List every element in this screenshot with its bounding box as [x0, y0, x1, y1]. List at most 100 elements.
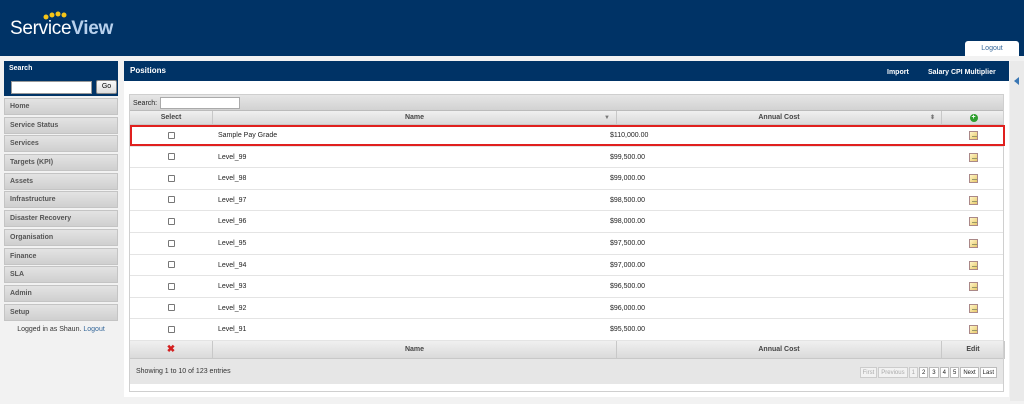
next-page-button[interactable]: Next [960, 366, 979, 378]
name-cell: Level_93 [218, 283, 247, 291]
positions-panel: Positions Import Salary CPI Multiplier S… [124, 61, 1009, 397]
row-checkbox[interactable] [168, 174, 175, 182]
grid-search-bar: Search: [130, 95, 1003, 111]
sidebar-item-setup[interactable]: Setup [4, 303, 118, 321]
footer-edit: Edit [942, 340, 1005, 359]
table-row: Sample Pay Grade $110,000.00 [130, 125, 1005, 147]
logout-link[interactable]: Logout [83, 326, 104, 333]
edit-icon[interactable] [969, 238, 978, 248]
sidebar-item-services[interactable]: Services [4, 135, 118, 153]
page-button-4[interactable]: 4 [939, 366, 949, 378]
page-button-1[interactable]: 1 [908, 366, 918, 378]
select-cell [130, 233, 213, 254]
edit-icon[interactable] [969, 131, 978, 140]
sidebar-item-assets[interactable]: Assets [4, 172, 118, 190]
row-checkbox[interactable] [168, 282, 175, 290]
row-checkbox[interactable] [168, 261, 175, 269]
name-cell: Level_94 [218, 261, 247, 269]
edit-icon[interactable] [969, 303, 978, 313]
row-checkbox[interactable] [168, 131, 175, 139]
edit-icon[interactable] [969, 325, 978, 335]
footer-delete-cell: ✖ [130, 340, 213, 359]
edit-icon[interactable] [969, 282, 978, 292]
collapse-left-icon[interactable] [1014, 77, 1019, 85]
table-row: Level_99 $99,500.00 [130, 146, 1003, 169]
panel-header: Positions Import Salary CPI Multiplier [124, 61, 1009, 81]
table-row: Level_98 $99,000.00 [130, 168, 1003, 190]
column-header-cost-label: Annual Cost [758, 114, 800, 121]
row-checkbox[interactable] [168, 153, 175, 161]
cost-cell: $97,500.00 [610, 239, 646, 247]
table-row: Level_91 $95,500.00 [130, 319, 1003, 341]
last-page-button[interactable]: Last [979, 366, 997, 378]
table-footer: ✖ Name Annual Cost Edit [130, 340, 1005, 359]
sidebar-item-targets[interactable]: Targets (KPI) [4, 154, 118, 172]
edit-cell [969, 217, 978, 227]
cost-cell: $98,000.00 [610, 218, 646, 226]
edit-icon[interactable] [969, 195, 978, 205]
cost-cell: $110,000.00 [610, 132, 649, 139]
logout-tab[interactable]: Logout [965, 41, 1019, 56]
sidebar-item-disaster-recovery[interactable]: Disaster Recovery [4, 210, 118, 228]
serviceview-logo[interactable]: ServiceView [10, 11, 113, 42]
table-row: Level_96 $98,000.00 [130, 211, 1003, 233]
cost-cell: $96,500.00 [610, 283, 646, 291]
logo-dots-icon [43, 11, 67, 20]
previous-page-button[interactable]: Previous [878, 366, 908, 378]
table-row: Level_93 $96,500.00 [130, 276, 1003, 298]
page-button-2[interactable]: 2 [918, 366, 929, 378]
name-cell: Level_91 [218, 326, 247, 334]
sidebar-item-finance[interactable]: Finance [4, 247, 118, 265]
column-header-cost[interactable]: Annual Cost ⬍ [617, 111, 942, 125]
first-page-button[interactable]: First [859, 366, 878, 378]
row-checkbox[interactable] [168, 196, 175, 204]
row-checkbox[interactable] [168, 304, 175, 312]
sort-desc-icon: ▼ [604, 115, 610, 121]
sidebar-item-organisation[interactable]: Organisation [4, 228, 118, 246]
pagination-bar: Showing 1 to 10 of 123 entries First Pre… [130, 358, 1003, 384]
right-collapse-strip [1010, 61, 1024, 401]
edit-icon[interactable] [969, 217, 978, 227]
name-cell: Level_99 [218, 153, 247, 161]
edit-cell [969, 174, 978, 184]
table-row: Level_97 $98,500.00 [130, 189, 1003, 212]
name-cell: Level_95 [218, 239, 247, 247]
cost-cell: $99,000.00 [610, 175, 646, 183]
name-cell: Level_96 [218, 218, 247, 226]
add-icon[interactable]: + [969, 114, 978, 122]
column-header-name[interactable]: Name ▼ [213, 111, 617, 125]
sidebar: Search Go Home Service Status Services T… [4, 61, 118, 333]
page-button-5[interactable]: 5 [949, 366, 960, 378]
search-input[interactable] [11, 81, 92, 94]
sidebar-item-sla[interactable]: SLA [4, 266, 118, 284]
row-checkbox[interactable] [168, 326, 175, 333]
salary-cpi-multiplier-link[interactable]: Salary CPI Multiplier [928, 69, 996, 76]
grid-search-input[interactable] [160, 97, 240, 109]
select-cell [130, 298, 213, 319]
sidebar-item-service-status[interactable]: Service Status [4, 116, 118, 134]
cost-cell: $98,500.00 [610, 196, 646, 204]
edit-icon[interactable] [969, 260, 978, 270]
sidebar-item-home[interactable]: Home [4, 98, 118, 115]
go-button[interactable]: Go [96, 80, 117, 94]
edit-cell [969, 260, 978, 271]
row-checkbox[interactable] [168, 218, 175, 226]
edit-icon[interactable] [969, 174, 978, 184]
row-checkbox[interactable] [168, 239, 175, 247]
table-header: Select Name ▼ Annual Cost ⬍ + [130, 111, 1003, 125]
sidebar-item-infrastructure[interactable]: Infrastructure [4, 191, 118, 209]
page-title: Positions [130, 66, 167, 75]
edit-icon[interactable] [969, 152, 978, 162]
sidebar-item-admin[interactable]: Admin [4, 284, 118, 302]
select-cell [130, 125, 213, 146]
edit-cell [969, 152, 978, 163]
select-cell [130, 319, 213, 340]
logged-in-status: Logged in as Shaun. Logout [4, 326, 118, 333]
page-button-3[interactable]: 3 [929, 366, 939, 378]
delete-icon[interactable]: ✖ [167, 344, 175, 355]
import-link[interactable]: Import [887, 69, 909, 76]
table-row: Level_94 $97,000.00 [130, 254, 1003, 277]
positions-grid: Search: Select Name ▼ Annual Cost ⬍ + Sa… [129, 94, 1005, 392]
column-header-name-label: Name [404, 114, 425, 121]
app-header: ServiceView Logout [0, 0, 1024, 56]
